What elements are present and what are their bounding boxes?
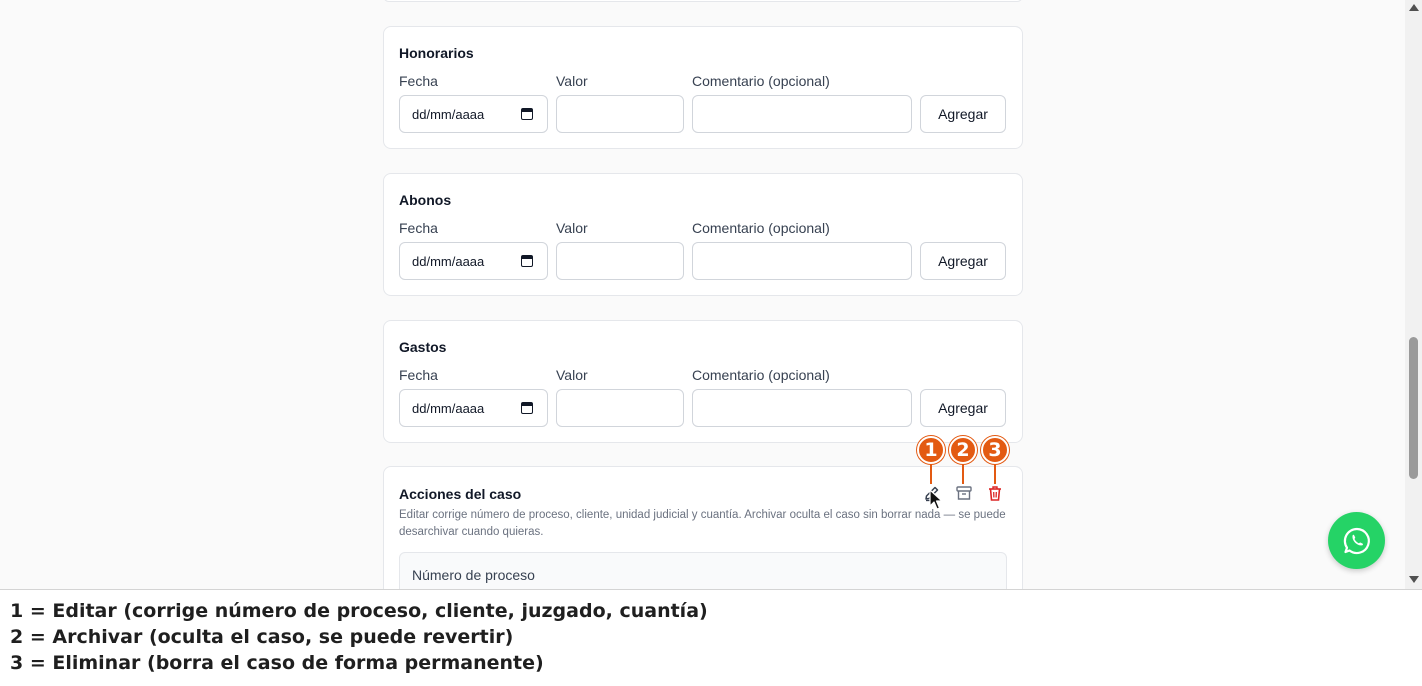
abonos-comment-label: Comentario (opcional) bbox=[692, 220, 830, 236]
legend-line-1: 1 = Editar (corrige número de proceso, c… bbox=[10, 600, 708, 622]
case-actions-description: Editar corrige número de proceso, client… bbox=[399, 509, 1006, 538]
date-placeholder: dd/mm/aaaa bbox=[412, 400, 485, 416]
honorarios-value-input[interactable] bbox=[556, 95, 684, 133]
legend-line-2: 2 = Archivar (oculta el caso, se puede r… bbox=[10, 626, 514, 648]
calendar-icon[interactable] bbox=[521, 255, 533, 267]
calendar-icon[interactable] bbox=[521, 402, 533, 414]
gastos-date-label: Fecha bbox=[399, 367, 438, 383]
abonos-title: Abonos bbox=[399, 192, 452, 208]
vertical-scrollbar[interactable] bbox=[1405, 0, 1422, 589]
gastos-value-label: Valor bbox=[556, 367, 588, 383]
abonos-comment-input[interactable] bbox=[692, 242, 912, 280]
marker-2: 2 bbox=[949, 436, 977, 464]
gastos-add-button[interactable]: Agregar bbox=[920, 389, 1006, 427]
honorarios-title: Honorarios bbox=[399, 45, 474, 61]
marker-stem bbox=[930, 462, 932, 484]
gastos-title: Gastos bbox=[399, 339, 447, 355]
process-number-field[interactable]: Número de proceso bbox=[399, 552, 1007, 589]
scroll-down-arrow-icon[interactable] bbox=[1409, 576, 1419, 583]
page-viewport: Honorarios Fecha Valor Comentario (opcio… bbox=[0, 0, 1422, 589]
date-placeholder: dd/mm/aaaa bbox=[412, 253, 485, 269]
marker-stem bbox=[994, 462, 996, 484]
abonos-date-input[interactable]: dd/mm/aaaa bbox=[399, 242, 548, 280]
honorarios-date-label: Fecha bbox=[399, 73, 438, 89]
honorarios-date-input[interactable]: dd/mm/aaaa bbox=[399, 95, 548, 133]
abonos-date-label: Fecha bbox=[399, 220, 438, 236]
marker-stem bbox=[962, 462, 964, 484]
previous-card-edge bbox=[383, 0, 1023, 2]
abonos-value-input[interactable] bbox=[556, 242, 684, 280]
legend-line-3: 3 = Eliminar (borra el caso de forma per… bbox=[10, 652, 544, 674]
process-number-label: Número de proceso bbox=[412, 567, 535, 583]
scroll-up-arrow-icon[interactable] bbox=[1409, 4, 1419, 11]
gastos-value-input[interactable] bbox=[556, 389, 684, 427]
archive-icon[interactable] bbox=[954, 483, 974, 503]
honorarios-card: Honorarios Fecha Valor Comentario (opcio… bbox=[383, 26, 1023, 149]
marker-1: 1 bbox=[917, 436, 945, 464]
calendar-icon[interactable] bbox=[521, 108, 533, 120]
gastos-card: Gastos Fecha Valor Comentario (opcional)… bbox=[383, 320, 1023, 443]
date-placeholder: dd/mm/aaaa bbox=[412, 106, 485, 122]
scroll-thumb[interactable] bbox=[1409, 337, 1418, 479]
honorarios-value-label: Valor bbox=[556, 73, 588, 89]
case-actions-title: Acciones del caso bbox=[399, 486, 522, 502]
gastos-comment-input[interactable] bbox=[692, 389, 912, 427]
gastos-date-input[interactable]: dd/mm/aaaa bbox=[399, 389, 548, 427]
mouse-cursor-icon bbox=[929, 489, 943, 510]
abonos-card: Abonos Fecha Valor Comentario (opcional)… bbox=[383, 173, 1023, 296]
abonos-value-label: Valor bbox=[556, 220, 588, 236]
whatsapp-icon bbox=[1343, 527, 1370, 554]
abonos-add-button[interactable]: Agregar bbox=[920, 242, 1006, 280]
trash-icon[interactable] bbox=[985, 483, 1005, 503]
honorarios-add-button[interactable]: Agregar bbox=[920, 95, 1006, 133]
honorarios-comment-label: Comentario (opcional) bbox=[692, 73, 830, 89]
gastos-comment-label: Comentario (opcional) bbox=[692, 367, 830, 383]
legend-panel: 1 = Editar (corrige número de proceso, c… bbox=[0, 589, 1422, 686]
marker-3: 3 bbox=[981, 436, 1009, 464]
honorarios-comment-input[interactable] bbox=[692, 95, 912, 133]
whatsapp-button[interactable] bbox=[1328, 512, 1385, 569]
